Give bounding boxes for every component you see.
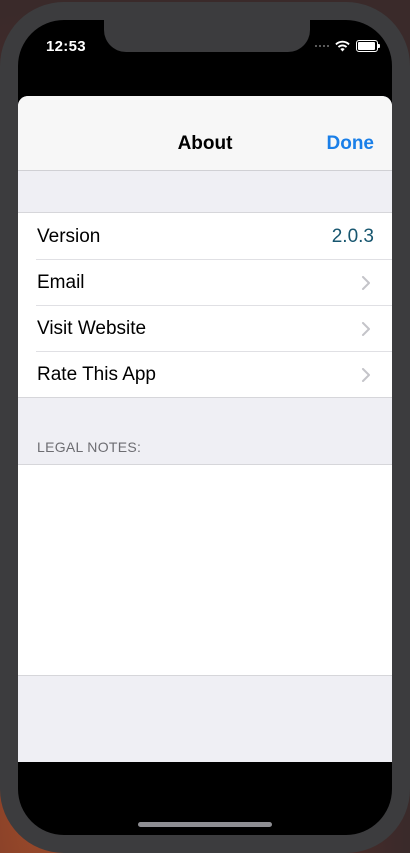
row-email[interactable]: Email [18, 259, 392, 305]
row-visit-website[interactable]: Visit Website [18, 305, 392, 351]
status-bar-time: 12:53 [46, 38, 86, 55]
about-sheet: About Done Version 2.0.3 Email Visit Web… [18, 96, 392, 762]
wifi-icon [335, 40, 350, 52]
row-label: Visit Website [37, 318, 147, 339]
legal-notes-text[interactable] [18, 464, 392, 676]
legal-notes-header: LEGAL NOTES: [37, 439, 142, 455]
row-version: Version 2.0.3 [18, 213, 392, 259]
version-value: 2.0.3 [331, 226, 374, 247]
chevron-right-icon [362, 322, 370, 336]
device-frame: 12:53 About Done Version 2.0.3 Email Vis… [0, 2, 410, 853]
signal-dots-icon [315, 45, 329, 47]
row-label: Version [37, 226, 101, 247]
home-indicator[interactable] [138, 822, 272, 827]
battery-icon [356, 40, 380, 52]
settings-group: Version 2.0.3 Email Visit Website Rate T… [18, 212, 392, 398]
row-label: Email [37, 272, 85, 293]
row-rate-this-app[interactable]: Rate This App [18, 351, 392, 397]
device-notch [104, 20, 310, 52]
status-bar-icons [315, 39, 380, 53]
device-screen: 12:53 About Done Version 2.0.3 Email Vis… [18, 20, 392, 835]
navigation-bar: About Done [18, 96, 392, 171]
chevron-right-icon [362, 368, 370, 382]
chevron-right-icon [362, 276, 370, 290]
row-label: Rate This App [37, 364, 157, 385]
done-button[interactable]: Done [327, 133, 375, 155]
